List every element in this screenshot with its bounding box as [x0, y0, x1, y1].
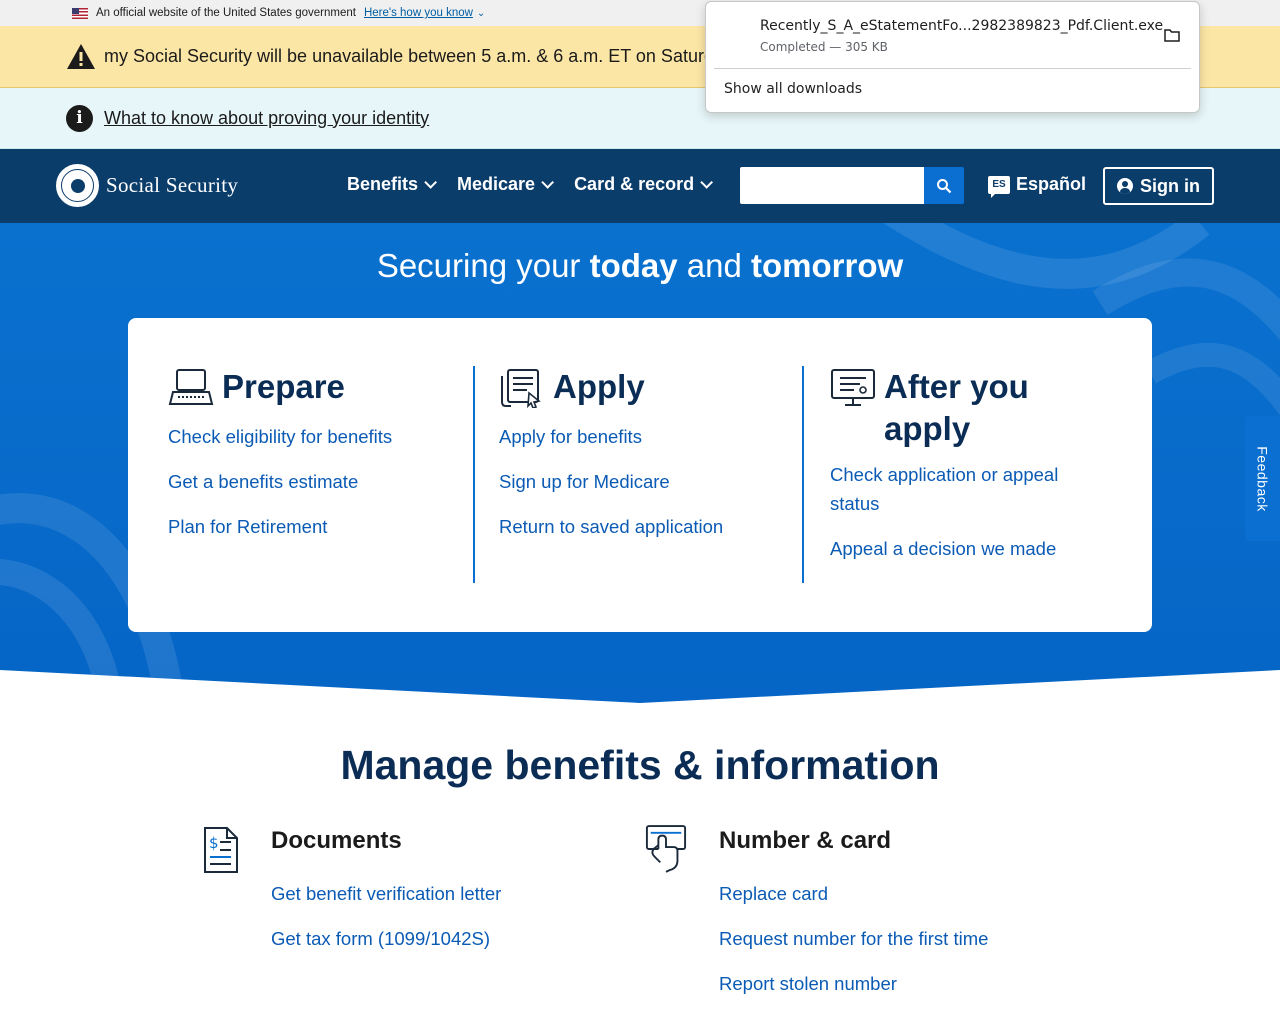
apply-for-benefits-link[interactable]: Apply for benefits — [499, 422, 723, 451]
column-divider — [473, 366, 475, 583]
prepare-column: Prepare Check eligibility for benefits G… — [168, 366, 392, 557]
chevron-down-icon — [541, 176, 555, 189]
number-card-title: Number & card — [719, 827, 892, 854]
benefit-verification-letter-link[interactable]: Get benefit verification letter — [271, 883, 501, 905]
logo-text: Social Security — [106, 173, 239, 197]
download-status: Completed — 305 KB — [760, 40, 888, 54]
hero-title-today: today — [589, 247, 678, 284]
user-icon — [1117, 178, 1133, 194]
proving-identity-link[interactable]: What to know about proving your identity — [104, 108, 429, 129]
check-application-status-link[interactable]: Check application or appeal — [830, 460, 1058, 489]
replace-card-link[interactable]: Replace card — [719, 883, 828, 905]
report-stolen-number-link[interactable]: Report stolen number — [719, 973, 897, 995]
nav-benefits-label: Benefits — [347, 174, 419, 194]
popup-divider — [714, 68, 1191, 69]
column-divider — [802, 366, 804, 583]
hero-title: Securing your today and tomorrow — [0, 247, 1280, 285]
sign-in-label: Sign in — [1140, 175, 1200, 196]
sign-up-medicare-link[interactable]: Sign up for Medicare — [499, 467, 723, 496]
apply-title: Apply — [553, 368, 645, 405]
info-icon: i — [66, 104, 93, 132]
nav-card-record-label: Card & record — [574, 174, 695, 194]
search-bar — [740, 167, 964, 204]
nav-card-record[interactable]: Card & record — [574, 174, 714, 195]
dollar-document-icon: $ — [204, 827, 238, 873]
hero-title-part2: and — [677, 247, 752, 284]
espanol-link[interactable]: ES Español — [988, 174, 1087, 198]
heres-how-you-know-link[interactable]: Here's how you know — [364, 7, 473, 19]
prepare-title: Prepare — [222, 368, 345, 405]
site-header: Social Security Benefits Medicare Card &… — [0, 149, 1280, 223]
downloads-popup: Recently_S_A_eStatementFo...2982389823_P… — [705, 1, 1200, 113]
gov-banner-text: An official website of the United States… — [96, 7, 356, 19]
hand-card-icon — [645, 825, 687, 873]
apply-column: Apply Apply for benefits Sign up for Med… — [499, 366, 723, 557]
ssa-logo[interactable]: Social Security — [56, 164, 238, 207]
hero-title-part1: Securing your — [376, 247, 590, 284]
journey-card: Prepare Check eligibility for benefits G… — [128, 318, 1152, 632]
search-input[interactable] — [740, 167, 924, 204]
ssa-seal-icon — [56, 164, 99, 207]
hero-bottom-shape — [0, 670, 1280, 703]
nav-medicare-label: Medicare — [457, 174, 536, 194]
show-all-downloads-link[interactable]: Show all downloads — [724, 81, 862, 97]
plan-retirement-link[interactable]: Plan for Retirement — [168, 512, 392, 541]
language-icon: ES — [988, 175, 1010, 198]
after-you-apply-title-line2: apply — [884, 410, 971, 447]
manage-section-title: Manage benefits & information — [340, 742, 940, 788]
laptop-icon — [168, 369, 214, 405]
chevron-down-icon — [424, 176, 438, 189]
chevron-down-icon — [700, 176, 714, 189]
document-pointer-icon — [501, 369, 541, 408]
return-saved-application-link[interactable]: Return to saved application — [499, 512, 723, 541]
benefits-estimate-link[interactable]: Get a benefits estimate — [168, 467, 392, 496]
search-icon — [937, 178, 952, 193]
download-filename[interactable]: Recently_S_A_eStatementFo...2982389823_P… — [760, 18, 1163, 34]
svg-text:$: $ — [209, 834, 219, 852]
appeal-decision-link[interactable]: Appeal a decision we made — [830, 534, 1058, 563]
search-button[interactable] — [924, 167, 964, 204]
after-you-apply-title-line1: After you — [884, 368, 1029, 405]
tax-form-link[interactable]: Get tax form (1099/1042S) — [271, 928, 490, 950]
monitor-icon — [831, 369, 875, 406]
after-you-apply-title: After you apply — [884, 366, 1029, 450]
check-eligibility-link[interactable]: Check eligibility for benefits — [168, 422, 392, 451]
main-nav: Benefits Medicare Card & record — [347, 174, 714, 195]
documents-title: Documents — [271, 827, 402, 854]
nav-benefits[interactable]: Benefits — [347, 174, 438, 195]
warning-icon — [67, 44, 95, 69]
chevron-down-icon[interactable]: ⌄ — [477, 8, 485, 19]
nav-medicare[interactable]: Medicare — [457, 174, 555, 195]
feedback-label: Feedback — [1254, 445, 1271, 512]
request-number-link[interactable]: Request number for the first time — [719, 928, 988, 950]
folder-icon[interactable] — [1164, 28, 1180, 42]
hero-title-tomorrow: tomorrow — [751, 247, 904, 284]
alert-text: my Social Security will be unavailable b… — [104, 46, 737, 66]
us-flag-icon — [72, 7, 88, 19]
espanol-label: Español — [1016, 174, 1087, 194]
feedback-tab[interactable]: Feedback — [1245, 416, 1280, 541]
after-you-apply-column: After you apply Check application or appe… — [830, 366, 1058, 579]
sign-in-button[interactable]: Sign in — [1103, 167, 1214, 205]
check-application-status-link-line2[interactable]: status — [830, 489, 1058, 518]
